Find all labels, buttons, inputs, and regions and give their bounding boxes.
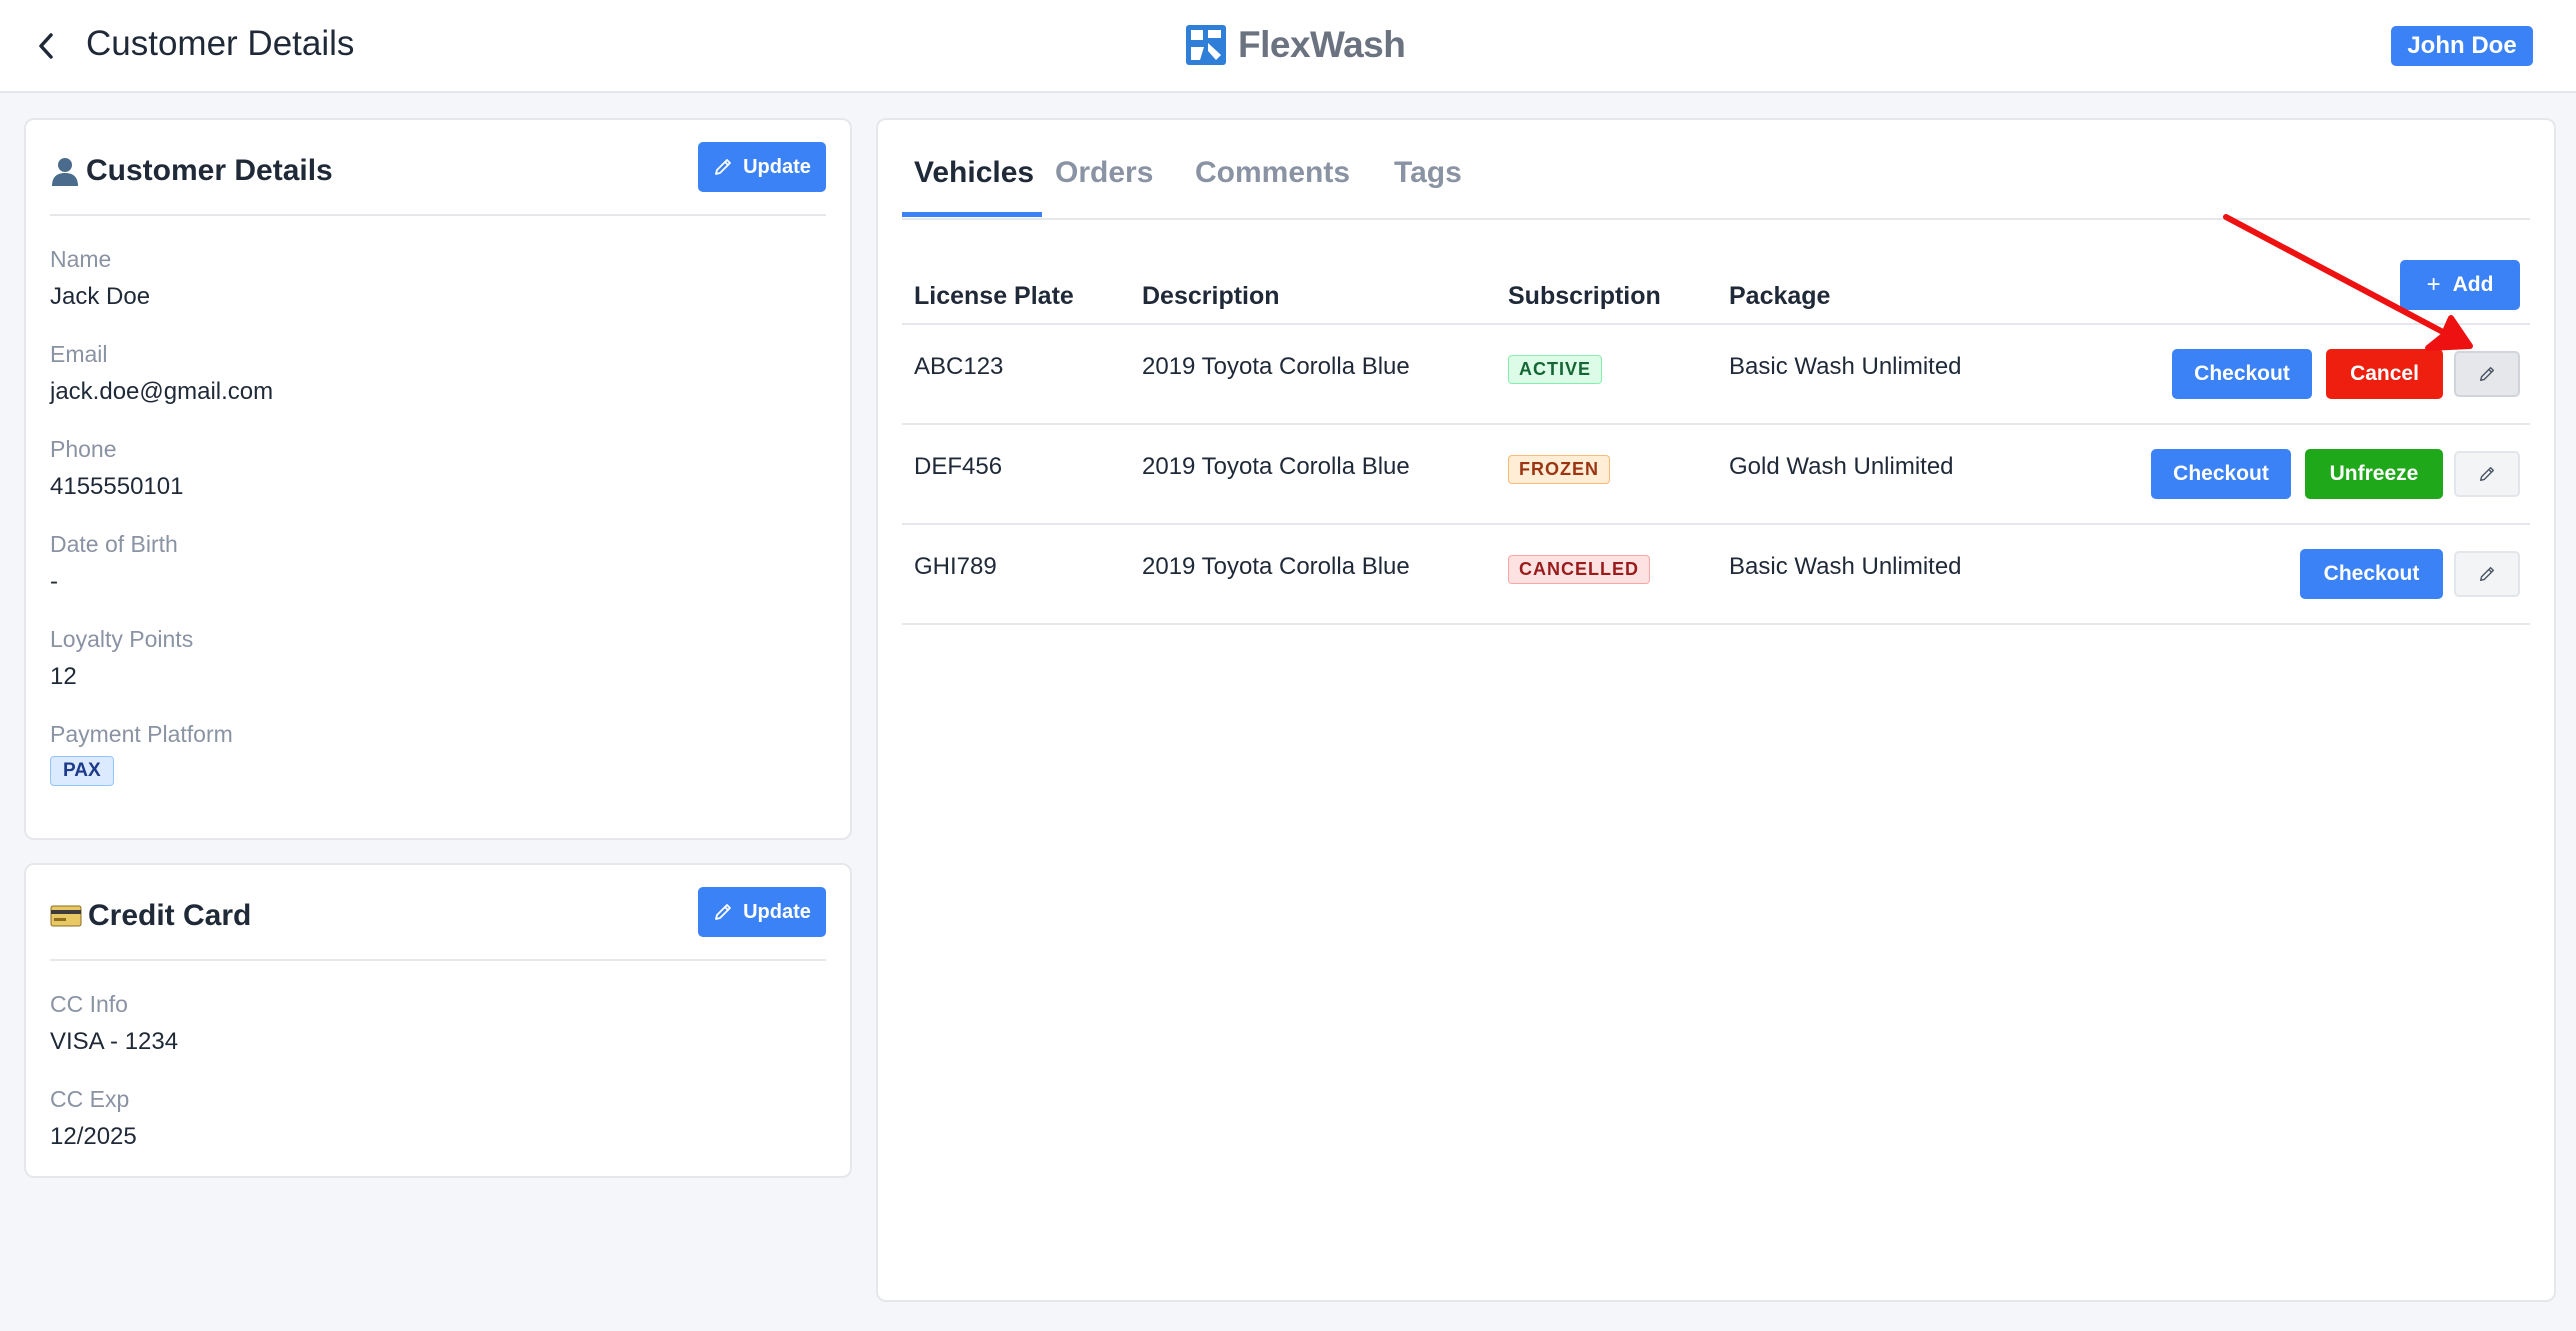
cell-license-plate: GHI789 — [914, 553, 997, 580]
column-header-package: Package — [1729, 282, 1831, 310]
customer-card-title-text: Customer Details — [86, 154, 333, 187]
field-value: 12 — [50, 663, 77, 690]
field-date-of-birth: Date of Birth - — [50, 531, 178, 596]
cell-description: 2019 Toyota Corolla Blue — [1142, 553, 1410, 580]
credit-card-header: Credit Card Update — [50, 887, 826, 961]
field-value: 4155550101 — [50, 473, 184, 500]
field-label: Phone — [50, 436, 117, 462]
checkout-button[interactable]: Checkout — [2172, 349, 2312, 399]
credit-card-card: Credit Card Update CC Info VISA - 1234 C… — [24, 863, 852, 1178]
status-badge: FROZEN — [1508, 455, 1610, 484]
row-divider — [902, 523, 2530, 525]
column-header-subscription: Subscription — [1508, 282, 1661, 310]
cell-package: Basic Wash Unlimited — [1729, 353, 1962, 380]
checkout-button[interactable]: Checkout — [2300, 549, 2443, 599]
field-loyalty-points: Loyalty Points 12 — [50, 626, 193, 691]
person-icon — [52, 158, 78, 186]
cell-license-plate: DEF456 — [914, 453, 1003, 480]
credit-card-icon — [50, 905, 82, 927]
brand-logo: FlexWash — [1186, 24, 1406, 66]
tab-orders[interactable]: Orders — [1055, 156, 1153, 190]
flexwash-logo-icon — [1186, 25, 1226, 65]
edit-vehicle-button[interactable] — [2454, 351, 2520, 397]
field-value: Jack Doe — [50, 283, 151, 310]
customer-details-card: Customer Details Update Name Jack Doe Em… — [24, 118, 852, 840]
column-header-description: Description — [1142, 282, 1280, 310]
field-label: Loyalty Points — [50, 626, 194, 652]
status-badge: CANCELLED — [1508, 555, 1650, 584]
field-name: Name Jack Doe — [50, 246, 150, 311]
cell-license-plate: ABC123 — [914, 353, 1004, 380]
pencil-icon — [715, 159, 731, 175]
field-label: Payment Platform — [50, 721, 233, 747]
credit-card-title: Credit Card — [50, 899, 251, 933]
edit-vehicle-button[interactable] — [2454, 451, 2520, 497]
add-vehicle-button[interactable]: + Add — [2400, 260, 2520, 310]
field-label: Name — [50, 246, 112, 272]
field-email: Email jack.doe@gmail.com — [50, 341, 273, 406]
field-label: Email — [50, 341, 108, 367]
tab-bar: Vehicles Orders Comments Tags — [902, 120, 2530, 220]
cancel-subscription-button[interactable]: Cancel — [2326, 349, 2443, 399]
unfreeze-button[interactable]: Unfreeze — [2305, 449, 2443, 499]
field-value: VISA - 1234 — [50, 1028, 179, 1055]
checkout-button[interactable]: Checkout — [2151, 449, 2291, 499]
back-button[interactable] — [28, 28, 64, 64]
header-divider — [902, 323, 2530, 325]
update-credit-card-button[interactable]: Update — [698, 887, 826, 937]
tab-comments[interactable]: Comments — [1195, 156, 1350, 190]
column-header-license-plate: License Plate — [914, 282, 1074, 310]
tab-vehicles[interactable]: Vehicles — [914, 156, 1034, 190]
brand-name: FlexWash — [1238, 24, 1406, 65]
pencil-icon — [2479, 566, 2495, 582]
field-label: CC Info — [50, 991, 128, 1017]
field-value: 12/2025 — [50, 1123, 137, 1150]
cell-description: 2019 Toyota Corolla Blue — [1142, 353, 1410, 380]
field-payment-platform: Payment Platform PAX — [50, 721, 233, 786]
customer-card-title: Customer Details — [50, 154, 333, 188]
chevron-left-icon — [39, 33, 53, 59]
vehicles-panel: Vehicles Orders Comments Tags + Add Lice… — [876, 118, 2556, 1302]
field-label: Date of Birth — [50, 531, 178, 557]
active-tab-indicator — [902, 212, 1042, 217]
credit-card-title-text: Credit Card — [88, 899, 252, 932]
row-divider — [902, 423, 2530, 425]
field-cc-exp: CC Exp 12/2025 — [50, 1086, 137, 1151]
tab-tags[interactable]: Tags — [1394, 156, 1462, 190]
top-header: Customer Details FlexWash John Doe — [0, 0, 2576, 93]
plus-icon: + — [2426, 271, 2441, 298]
field-value: - — [50, 568, 58, 595]
update-credit-card-label: Update — [743, 900, 811, 923]
add-vehicle-label: Add — [2452, 273, 2494, 296]
field-cc-info: CC Info VISA - 1234 — [50, 991, 178, 1056]
field-phone: Phone 4155550101 — [50, 436, 183, 501]
cell-description: 2019 Toyota Corolla Blue — [1142, 453, 1410, 480]
pencil-icon — [2479, 466, 2495, 482]
status-badge: ACTIVE — [1508, 355, 1603, 384]
field-label: CC Exp — [50, 1086, 130, 1112]
field-value: jack.doe@gmail.com — [50, 378, 274, 405]
edit-vehicle-button[interactable] — [2454, 551, 2520, 597]
payment-platform-badge: PAX — [50, 756, 114, 786]
cell-package: Gold Wash Unlimited — [1729, 453, 1954, 480]
pencil-icon — [2479, 366, 2495, 382]
row-divider — [902, 623, 2530, 625]
user-menu-button[interactable]: John Doe — [2391, 26, 2533, 66]
update-customer-button[interactable]: Update — [698, 142, 826, 192]
cell-package: Basic Wash Unlimited — [1729, 553, 1962, 580]
pencil-icon — [715, 904, 731, 920]
customer-card-header: Customer Details Update — [50, 142, 826, 216]
page-title: Customer Details — [86, 24, 355, 63]
update-customer-label: Update — [743, 155, 811, 178]
